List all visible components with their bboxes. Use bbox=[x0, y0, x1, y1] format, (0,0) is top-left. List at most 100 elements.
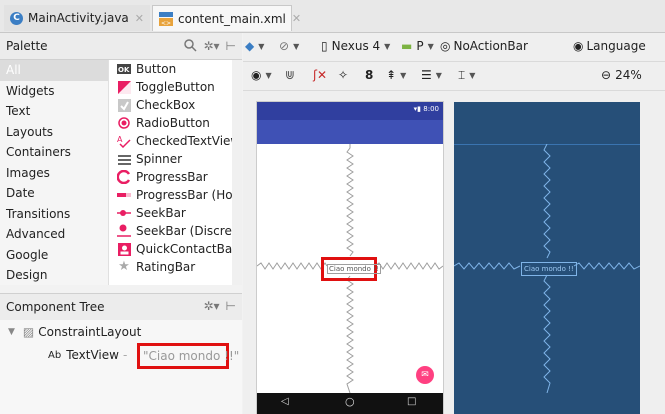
gear-icon[interactable]: ✲▾ bbox=[203, 299, 219, 313]
tree-node-constraintlayout[interactable]: ▼ ▨ ConstraintLayout bbox=[8, 325, 141, 339]
palette-item-spinner[interactable]: Spinner bbox=[109, 150, 233, 168]
editor-tab-bar: C MainActivity.java ✕ <> content_main.xm… bbox=[0, 0, 665, 33]
palette-item-radiobutton[interactable]: RadioButton bbox=[109, 114, 233, 132]
java-class-icon: C bbox=[10, 11, 23, 25]
palette-item-seekbar[interactable]: SeekBar bbox=[109, 204, 233, 222]
preview-textview[interactable]: Ciao mondo !! bbox=[327, 264, 381, 274]
category-design[interactable]: Design bbox=[0, 265, 108, 286]
api-dropdown[interactable]: ▬ P ▼ bbox=[401, 39, 434, 53]
guideline-icon: ⌶ bbox=[458, 68, 466, 82]
tab-mainactivity[interactable]: C MainActivity.java ✕ bbox=[4, 5, 150, 31]
category-advanced[interactable]: Advanced bbox=[0, 224, 108, 245]
palette-item-progressbar[interactable]: ProgressBar bbox=[109, 168, 233, 186]
xml-layout-icon: <> bbox=[159, 11, 173, 27]
palette-item-ratingbar[interactable]: ★ RatingBar bbox=[109, 258, 233, 276]
blueprint-app-bar bbox=[454, 102, 640, 145]
design-toolbar-top: ◆ ▼ ⊘ ▼ ▯ Nexus 4 ▼ ▬ P ▼ ◎ NoActionBar ◉ La… bbox=[243, 33, 665, 62]
infer-constraints-button[interactable]: ✧ bbox=[338, 68, 348, 82]
button-icon: OK bbox=[117, 62, 131, 76]
palette-scrollbar[interactable] bbox=[232, 60, 242, 285]
close-icon[interactable]: ✕ bbox=[135, 12, 144, 25]
zoom-control[interactable]: ⊖ 24% bbox=[601, 68, 642, 82]
palette-item-checkbox[interactable]: CheckBox bbox=[109, 96, 233, 114]
guidelines-button[interactable]: ⌶ ▼ bbox=[458, 68, 475, 83]
tab-label: content_main.xml bbox=[178, 11, 286, 26]
textview-icon: Ab bbox=[48, 349, 62, 361]
language-label: Language bbox=[586, 39, 646, 53]
category-containers[interactable]: Containers bbox=[0, 142, 108, 163]
fab-button[interactable]: ✉ bbox=[416, 366, 434, 384]
checked-text-view-icon: A bbox=[117, 134, 131, 148]
magic-wand-icon: ✧ bbox=[338, 68, 349, 82]
device-dropdown[interactable]: ▯ Nexus 4 ▼ bbox=[321, 39, 390, 53]
palette-item-label: QuickContactBa bbox=[136, 242, 233, 256]
device-nav-bar: ◁ ○ □ bbox=[257, 393, 443, 414]
palette-item-progressbar-horizontal[interactable]: ProgressBar (Ho bbox=[109, 186, 233, 204]
tab-content-main[interactable]: <> content_main.xml ✕ bbox=[152, 5, 301, 31]
palette-item-button[interactable]: OK Button bbox=[109, 60, 233, 78]
device-status-bar: ▾▮ 8:00 bbox=[257, 102, 443, 120]
palette-item-quickcontactbadge[interactable]: QuickContactBa bbox=[109, 240, 233, 258]
spinner-icon bbox=[117, 152, 131, 166]
palette-item-label: Button bbox=[136, 62, 177, 76]
zoom-out-icon[interactable]: ⊖ bbox=[601, 68, 611, 82]
align-button[interactable]: ☰ ▼ bbox=[421, 68, 442, 82]
pack-icon: ⇞ bbox=[386, 68, 397, 82]
recents-icon: □ bbox=[407, 396, 417, 407]
tree-node-textview[interactable]: Ab TextView - bbox=[48, 348, 127, 362]
svg-text:A: A bbox=[117, 135, 123, 144]
mail-icon: ✉ bbox=[421, 370, 429, 380]
seekbar-icon bbox=[117, 206, 131, 220]
component-tree: ▼ ▨ ConstraintLayout Ab TextView - "Ciao… bbox=[0, 320, 242, 414]
eye-icon: ◉ bbox=[251, 68, 262, 82]
category-layouts[interactable]: Layouts bbox=[0, 122, 108, 143]
gear-icon[interactable]: ✲▾ bbox=[203, 39, 219, 55]
palette-header: Palette ✲▾ ⊢ bbox=[0, 33, 242, 60]
app-bar bbox=[257, 120, 443, 144]
search-icon[interactable] bbox=[184, 39, 197, 55]
default-margin-button[interactable]: 8 bbox=[365, 68, 373, 82]
zoom-level: 24% bbox=[615, 68, 642, 82]
category-images[interactable]: Images bbox=[0, 163, 108, 184]
category-text[interactable]: Text bbox=[0, 101, 108, 122]
layers-icon: ◆ bbox=[245, 39, 255, 53]
hide-panel-icon[interactable]: ⊢ bbox=[226, 299, 236, 313]
theme-dropdown[interactable]: ◎ NoActionBar bbox=[440, 39, 528, 53]
palette-item-seekbar-discrete[interactable]: SeekBar (Discrete bbox=[109, 222, 233, 240]
api-label: P bbox=[416, 39, 424, 53]
blueprint-textview[interactable]: Ciao mondo !! bbox=[521, 262, 577, 276]
autoconnect-button[interactable]: ⋓ bbox=[285, 68, 295, 82]
category-google[interactable]: Google bbox=[0, 245, 108, 266]
tree-node-label: ConstraintLayout bbox=[38, 325, 142, 339]
hide-panel-icon[interactable]: ⊢ bbox=[226, 39, 236, 55]
category-transitions[interactable]: Transitions bbox=[0, 204, 108, 225]
seekbar-discrete-icon bbox=[117, 224, 131, 238]
align-icon: ☰ bbox=[421, 68, 432, 82]
category-all[interactable]: All bbox=[0, 60, 108, 81]
svg-text:<>: <> bbox=[161, 20, 171, 26]
design-mode-button[interactable]: ◆ ▼ bbox=[245, 39, 264, 53]
view-options-button[interactable]: ◉ ▼ bbox=[251, 68, 272, 82]
close-icon[interactable]: ✕ bbox=[292, 12, 301, 25]
highlight-box: Ciao mondo !! bbox=[321, 257, 381, 281]
clear-constraints-icon: ʃ✕ bbox=[313, 68, 328, 82]
theme-icon: ◎ bbox=[440, 39, 451, 53]
magnet-icon: ⋓ bbox=[285, 68, 296, 82]
radio-button-icon bbox=[117, 116, 131, 130]
expand-arrow-icon[interactable]: ▼ bbox=[8, 327, 15, 337]
progress-bar-icon bbox=[117, 170, 131, 184]
orientation-button[interactable]: ⊘ ▼ bbox=[279, 39, 299, 53]
category-date[interactable]: Date bbox=[0, 183, 108, 204]
palette-item-togglebutton[interactable]: ToggleButton bbox=[109, 78, 233, 96]
palette-item-label: SeekBar bbox=[136, 206, 186, 220]
palette-item-label: ProgressBar (Ho bbox=[136, 188, 233, 202]
default-margin-value: 8 bbox=[365, 68, 374, 82]
pack-button[interactable]: ⇞ ▼ bbox=[386, 68, 406, 82]
checkbox-icon bbox=[117, 98, 131, 112]
clear-constraints-button[interactable]: ʃ✕ bbox=[313, 68, 327, 82]
category-widgets[interactable]: Widgets bbox=[0, 81, 108, 102]
language-dropdown[interactable]: ◉ Language bbox=[573, 39, 646, 53]
status-time: 8:00 bbox=[423, 105, 439, 113]
rating-bar-icon: ★ bbox=[118, 259, 130, 274]
palette-item-checkedtextview[interactable]: A CheckedTextView bbox=[109, 132, 233, 150]
